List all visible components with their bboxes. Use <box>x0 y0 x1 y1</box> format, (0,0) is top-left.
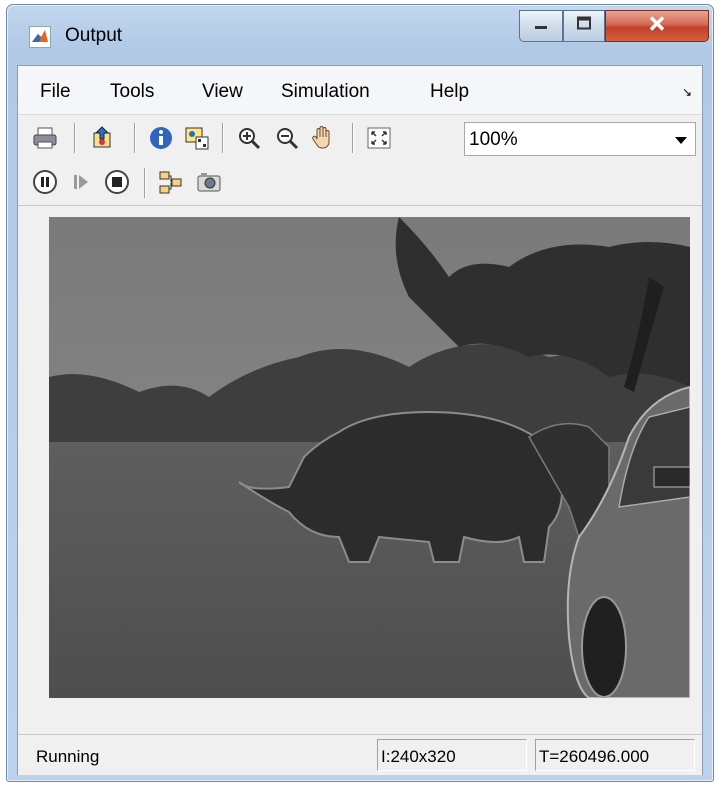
stop-icon[interactable] <box>102 167 132 197</box>
status-bar: Running I:240x320 T=260496.000 <box>18 734 702 775</box>
pause-icon[interactable] <box>30 167 60 197</box>
menu-file[interactable]: File <box>40 81 71 103</box>
maximize-icon <box>576 16 592 36</box>
main-toolbar: 100% <box>18 115 702 161</box>
undock-arrow-icon[interactable]: ↘ <box>682 85 692 99</box>
matlab-logo-icon <box>29 26 51 48</box>
video-viewport[interactable] <box>18 206 702 733</box>
close-icon <box>648 16 666 37</box>
maximize-button[interactable] <box>563 10 605 42</box>
pan-hand-icon[interactable] <box>308 123 338 153</box>
highlight-simulink-block-icon[interactable] <box>88 123 118 153</box>
simulation-time: T=260496.000 <box>535 739 695 771</box>
frame-dimensions: I:240x320 <box>377 739 527 771</box>
fit-to-view-icon[interactable] <box>364 123 394 153</box>
colormap-icon[interactable] <box>182 123 212 153</box>
zoom-level-value: 100% <box>469 129 518 150</box>
minimize-button[interactable] <box>519 10 563 42</box>
minimize-icon <box>533 17 549 35</box>
menu-help[interactable]: Help <box>430 81 469 103</box>
menu-bar: File Tools View Simulation Help ↘ <box>18 66 702 115</box>
simulink-model-icon[interactable] <box>156 167 186 197</box>
menu-tools[interactable]: Tools <box>110 81 154 103</box>
print-icon[interactable] <box>30 123 60 153</box>
output-window: Output File Tools View Simulation Help ↘ <box>6 4 714 782</box>
video-frame <box>49 217 690 698</box>
step-forward-icon[interactable] <box>66 167 96 197</box>
zoom-level-dropdown[interactable]: 100% <box>464 122 696 156</box>
zoom-in-icon[interactable] <box>234 123 264 153</box>
title-bar[interactable]: Output <box>7 5 713 65</box>
close-button[interactable] <box>605 10 709 42</box>
playback-toolbar <box>18 161 702 206</box>
simulation-status: Running <box>36 747 100 766</box>
menu-view[interactable]: View <box>202 81 243 103</box>
client-area: File Tools View Simulation Help ↘ 100% R… <box>17 65 703 775</box>
info-icon[interactable] <box>146 123 176 153</box>
snapshot-camera-icon[interactable] <box>194 167 224 197</box>
menu-simulation[interactable]: Simulation <box>281 81 370 103</box>
zoom-out-icon[interactable] <box>272 123 302 153</box>
window-title: Output <box>65 25 123 46</box>
chevron-down-icon <box>675 137 687 144</box>
